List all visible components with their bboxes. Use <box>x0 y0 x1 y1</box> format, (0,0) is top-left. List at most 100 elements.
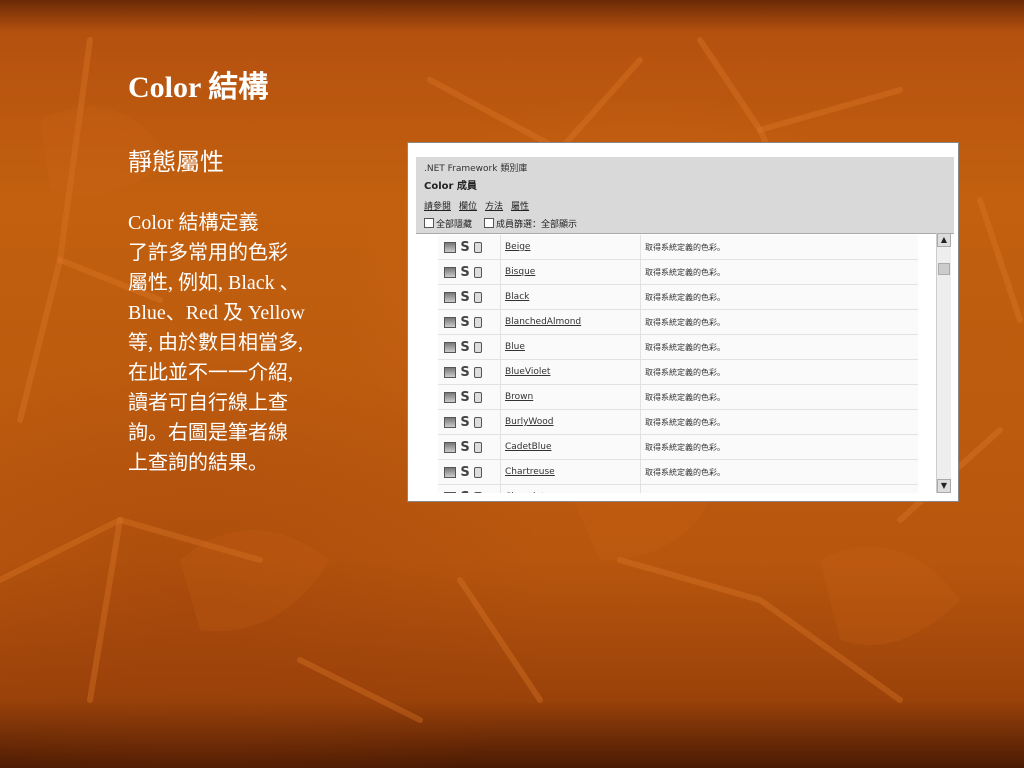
row-icons: S <box>438 264 500 280</box>
document-icon <box>474 341 482 353</box>
member-name-cell[interactable]: Blue <box>500 335 640 359</box>
member-name-link[interactable]: BurlyWood <box>505 417 554 427</box>
member-description: 取得系統定義的色彩。 <box>640 410 918 434</box>
row-icons: S <box>438 364 500 380</box>
property-icon <box>444 416 456 428</box>
body-line: Blue、Red 及 Yellow <box>128 302 305 324</box>
document-icon <box>474 491 482 493</box>
member-name-cell[interactable]: Brown <box>500 385 640 409</box>
row-icons: S <box>438 241 500 254</box>
collapse-icon <box>424 218 434 228</box>
member-name-cell[interactable]: BlanchedAlmond <box>500 310 640 334</box>
property-icon <box>444 341 456 353</box>
static-icon: S <box>460 339 470 355</box>
document-icon <box>474 441 482 453</box>
member-name-cell[interactable]: Black <box>500 285 640 309</box>
table-row: S Beige 取得系統定義的色彩。 <box>438 235 918 260</box>
doc-header: .NET Framework 類別庫 Color 成員 請參閱 欄位 方法 屬性… <box>416 157 954 234</box>
member-description: 取得系統定義的色彩。 <box>640 435 918 459</box>
table-row: S BlanchedAlmond 取得系統定義的色彩。 <box>438 310 918 335</box>
table-row: S Chartreuse 取得系統定義的色彩。 <box>438 460 918 485</box>
link-methods[interactable]: 方法 <box>485 199 503 212</box>
row-icons: S <box>438 389 500 405</box>
table-row: S Brown 取得系統定義的色彩。 <box>438 385 918 410</box>
member-name-cell[interactable]: Chocolate <box>500 485 640 493</box>
table-row: S CadetBlue 取得系統定義的色彩。 <box>438 435 918 460</box>
link-fields[interactable]: 欄位 <box>459 199 477 212</box>
slide: Color 結構 靜態屬性 Color 結構定義 了許多常用的色彩 屬性, 例如… <box>0 0 1024 768</box>
member-name-link[interactable]: Bisque <box>505 267 535 277</box>
member-name-link[interactable]: Chartreuse <box>505 467 555 477</box>
body-line: 詢。右圖是筆者線 <box>128 422 288 444</box>
member-filter-dropdown[interactable]: 成員篩選：全部顯示 <box>484 217 577 230</box>
document-icon <box>474 266 482 278</box>
document-icon <box>474 291 482 303</box>
static-icon: S <box>460 314 470 330</box>
row-icons: S <box>438 416 500 429</box>
static-icon: S <box>459 491 471 494</box>
member-name-link[interactable]: Black <box>505 292 529 302</box>
scroll-up-icon[interactable]: ▲ <box>937 233 951 247</box>
body-line: 等, 由於數目相當多, <box>128 332 303 354</box>
property-icon <box>444 391 456 403</box>
member-name-link[interactable]: BlanchedAlmond <box>505 317 581 327</box>
hide-all-label: 全部隱藏 <box>436 220 473 230</box>
member-name-cell[interactable]: BlueViolet <box>500 360 640 384</box>
static-icon: S <box>460 289 470 305</box>
link-properties[interactable]: 屬性 <box>511 199 529 212</box>
slide-title: Color 結構 <box>128 71 269 104</box>
body-line: 在此並不一一介紹, <box>128 362 293 384</box>
table-row: S BurlyWood 取得系統定義的色彩。 <box>438 410 918 435</box>
member-name-cell[interactable]: BurlyWood <box>500 410 640 434</box>
property-icon <box>444 316 456 328</box>
document-icon <box>474 316 482 328</box>
member-name-link[interactable]: BlueViolet <box>505 367 550 377</box>
row-icons: S <box>438 491 500 494</box>
static-icon: S <box>460 364 470 380</box>
table-row: S BlueViolet 取得系統定義的色彩。 <box>438 360 918 385</box>
hide-all-toggle[interactable]: 全部隱藏 <box>424 217 472 230</box>
property-icon <box>444 466 456 478</box>
slide-subtitle: 靜態屬性 <box>128 150 224 176</box>
scroll-down-icon[interactable]: ▼ <box>937 479 951 493</box>
static-icon: S <box>460 389 470 405</box>
row-icons: S <box>438 466 500 479</box>
document-icon <box>474 466 482 478</box>
member-name-link[interactable]: Beige <box>505 242 530 252</box>
framework-label: .NET Framework 類別庫 <box>424 164 528 174</box>
property-icon <box>444 441 456 453</box>
members-table: S Beige 取得系統定義的色彩。 S Bisque 取得系統定義的色彩。 S Black 取… <box>438 235 918 493</box>
static-icon: S <box>460 264 470 280</box>
table-row: S Black 取得系統定義的色彩。 <box>438 285 918 310</box>
embedded-screenshot: .NET Framework 類別庫 Color 成員 請參閱 欄位 方法 屬性… <box>407 142 959 502</box>
property-icon <box>444 366 456 378</box>
member-name-link[interactable]: Chocolate <box>505 492 550 493</box>
member-name-cell[interactable]: CadetBlue <box>500 435 640 459</box>
member-name-link[interactable]: Brown <box>505 392 533 402</box>
document-icon <box>474 241 482 253</box>
body-line: 屬性, 例如, Black 、 <box>128 272 300 294</box>
member-description: 取得系統定義的色彩。 <box>640 310 918 334</box>
vertical-scrollbar[interactable]: ▲ ▼ <box>936 233 951 493</box>
member-description: 取得系統定義的色彩。 <box>640 460 918 484</box>
row-icons: S <box>438 289 500 305</box>
member-name-link[interactable]: Blue <box>505 342 525 352</box>
row-icons: S <box>438 314 500 330</box>
document-icon <box>474 416 482 428</box>
body-line: 了許多常用的色彩 <box>128 242 288 264</box>
table-row: S Bisque 取得系統定義的色彩。 <box>438 260 918 285</box>
scroll-thumb[interactable] <box>938 263 950 275</box>
member-description: 取得系統定義的色彩。 <box>640 335 918 359</box>
member-description: 取得系統定義的色彩。 <box>640 285 918 309</box>
link-see-also[interactable]: 請參閱 <box>424 199 451 212</box>
row-icons: S <box>438 441 500 454</box>
document-icon <box>474 366 482 378</box>
member-name-link[interactable]: CadetBlue <box>505 442 552 452</box>
body-line: Color 結構定義 <box>128 212 259 234</box>
member-name-cell[interactable]: Chartreuse <box>500 460 640 484</box>
filter-bar: 全部隱藏 成員篩選：全部顯示 <box>424 217 577 230</box>
member-description: 取得系統定義的色彩。 <box>640 235 918 259</box>
member-name-cell[interactable]: Beige <box>500 235 640 259</box>
member-name-cell[interactable]: Bisque <box>500 260 640 284</box>
member-description: 取得系統定義的色彩。 <box>640 260 918 284</box>
